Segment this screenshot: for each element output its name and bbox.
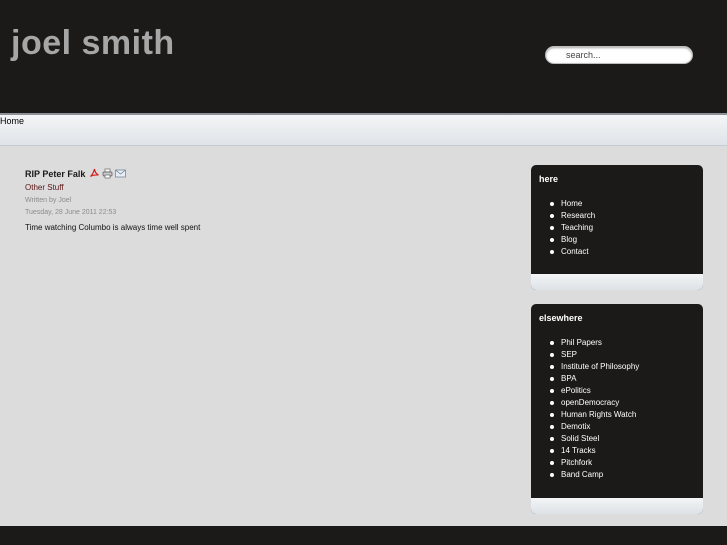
site-footer xyxy=(0,526,727,545)
here-item[interactable]: Teaching xyxy=(550,222,703,234)
article-title[interactable]: RIP Peter Falk xyxy=(25,169,85,179)
article-body: Time watching Columbo is always time wel… xyxy=(25,223,201,232)
pdf-icon[interactable] xyxy=(89,168,100,179)
elsewhere-list: Phil Papers SEP Institute of Philosophy … xyxy=(531,337,703,481)
sidebar-module-here: here Home Research Teaching Blog Contact xyxy=(531,165,703,290)
module-title-here: here xyxy=(539,174,559,184)
here-item[interactable]: Home xyxy=(550,198,703,210)
elsewhere-item[interactable]: Demotix xyxy=(550,421,703,433)
here-item[interactable]: Blog xyxy=(550,234,703,246)
module-footer xyxy=(531,498,703,514)
article-header: RIP Peter Falk xyxy=(25,167,495,180)
print-icon[interactable] xyxy=(102,168,113,179)
here-item[interactable]: Research xyxy=(550,210,703,222)
elsewhere-item[interactable]: 14 Tracks xyxy=(550,445,703,457)
nav-home-link[interactable]: Home xyxy=(0,116,24,126)
elsewhere-item[interactable]: Band Camp xyxy=(550,469,703,481)
elsewhere-item[interactable]: Phil Papers xyxy=(550,337,703,349)
elsewhere-item[interactable]: BPA xyxy=(550,373,703,385)
module-footer xyxy=(531,274,703,290)
sidebar-module-elsewhere: elsewhere Phil Papers SEP Institute of P… xyxy=(531,304,703,514)
article: RIP Peter Falk Other Stuff Written by Jo… xyxy=(25,167,495,233)
site-header: joel smith xyxy=(0,0,727,113)
elsewhere-item[interactable]: SEP xyxy=(550,349,703,361)
here-item[interactable]: Contact xyxy=(550,246,703,258)
elsewhere-item[interactable]: Pitchfork xyxy=(550,457,703,469)
article-author: Written by Joel xyxy=(25,197,72,204)
search-input[interactable] xyxy=(545,46,693,64)
email-icon[interactable] xyxy=(115,168,127,179)
elsewhere-item[interactable]: Human Rights Watch xyxy=(550,409,703,421)
here-list: Home Research Teaching Blog Contact xyxy=(531,198,703,258)
elsewhere-item[interactable]: Solid Steel xyxy=(550,433,703,445)
article-date: Tuesday, 28 June 2011 22:53 xyxy=(25,209,117,216)
article-category-link[interactable]: Other Stuff xyxy=(25,183,64,192)
module-title-elsewhere: elsewhere xyxy=(539,313,583,323)
elsewhere-item[interactable]: Institute of Philosophy xyxy=(550,361,703,373)
site-title[interactable]: joel smith xyxy=(11,24,175,63)
elsewhere-item[interactable]: ePolitics xyxy=(550,385,703,397)
nav-bar: Home xyxy=(0,113,727,146)
elsewhere-item[interactable]: openDemocracy xyxy=(550,397,703,409)
